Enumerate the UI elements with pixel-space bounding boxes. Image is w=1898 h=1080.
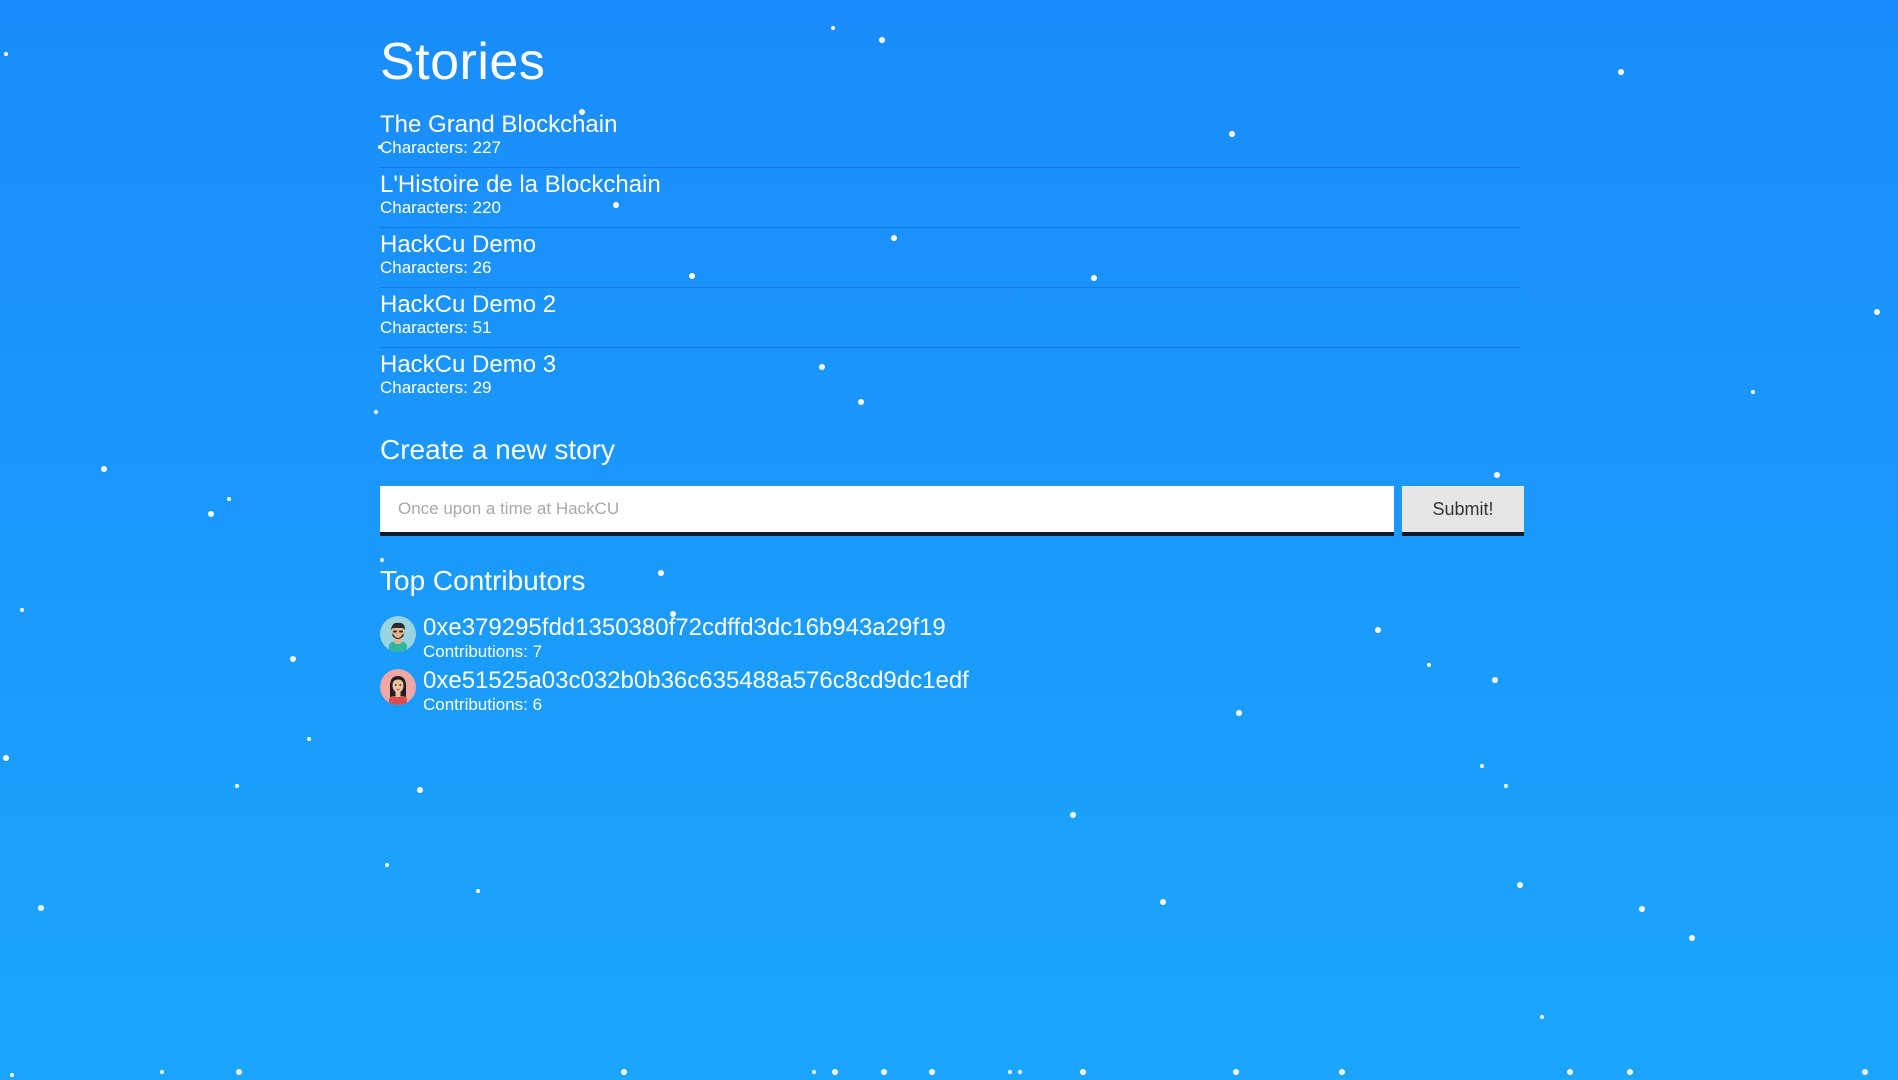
story-item[interactable]: HackCu Demo Characters: 26 (380, 228, 1520, 288)
contributor-address: 0xe51525a03c032b0b36c635488a576c8cd9dc1e… (423, 667, 969, 694)
snowflake (1751, 390, 1755, 394)
snowflake (1567, 1069, 1573, 1075)
snowflake (1689, 935, 1695, 941)
snowflake (1492, 677, 1498, 683)
snowflake (1018, 1070, 1022, 1074)
story-character-count: Characters: 227 (380, 138, 501, 157)
snowflake (208, 511, 214, 517)
snowflake (1427, 663, 1431, 667)
snowflake (879, 37, 885, 43)
snowflake (235, 784, 239, 788)
snowflake (1375, 627, 1381, 633)
snowflake (881, 1069, 887, 1075)
story-title[interactable]: HackCu Demo (380, 230, 536, 260)
snowflake (621, 1069, 627, 1075)
snowflake (1236, 710, 1242, 716)
snowflake (3, 755, 9, 761)
snowflake (10, 1073, 14, 1077)
snowflake (290, 656, 296, 662)
snowflake (160, 1070, 164, 1074)
man-avatar-icon (380, 616, 416, 652)
story-character-count: Characters: 220 (380, 198, 501, 217)
snowflake (812, 1070, 816, 1074)
story-character-count: Characters: 26 (380, 258, 492, 277)
contributor-count: Contributions: 6 (423, 695, 543, 714)
snowflake (1494, 472, 1500, 478)
story-item[interactable]: HackCu Demo 2 Characters: 51 (380, 288, 1520, 348)
snowflake (1540, 1015, 1544, 1019)
submit-button[interactable]: Submit! (1402, 486, 1524, 536)
snowflake (380, 558, 384, 562)
snowflake (1517, 882, 1523, 888)
snowflake (832, 1069, 838, 1075)
snowflake (20, 608, 24, 612)
snowflake (1627, 1069, 1633, 1075)
story-character-count: Characters: 29 (380, 378, 492, 397)
page-title: Stories (380, 33, 546, 91)
woman-avatar-icon (380, 669, 416, 705)
contributor-count: Contributions: 7 (423, 642, 543, 661)
snowflake (1008, 1070, 1012, 1074)
snowflake (385, 863, 389, 867)
snowflake (4, 52, 8, 56)
top-contributors-heading: Top Contributors (380, 565, 586, 596)
story-title[interactable]: The Grand Blockchain (380, 110, 617, 140)
snowflake (1618, 69, 1624, 75)
snowflake (38, 905, 44, 911)
new-story-input[interactable] (380, 486, 1394, 536)
snowflake (374, 410, 378, 414)
snowflake (307, 737, 311, 741)
story-title[interactable]: HackCu Demo 3 (380, 350, 556, 380)
story-character-count: Characters: 51 (380, 318, 492, 337)
story-list: The Grand Blockchain Characters: 227 L'H… (380, 108, 1520, 408)
contributor-address: 0xe379295fdd1350380f72cdffd3dc16b943a29f… (423, 614, 946, 641)
snowflake (1339, 1069, 1345, 1075)
story-title[interactable]: HackCu Demo 2 (380, 290, 556, 320)
snowflake (1639, 906, 1645, 912)
snowflake (227, 497, 231, 501)
snowflake (929, 1069, 935, 1075)
snowflake (1862, 1069, 1868, 1075)
snowflake (1160, 899, 1166, 905)
snowflake (1874, 309, 1880, 315)
create-story-heading: Create a new story (380, 434, 615, 465)
snowflake (1504, 784, 1508, 788)
snowflake (1080, 1069, 1086, 1075)
snowflake (658, 570, 664, 576)
story-item[interactable]: The Grand Blockchain Characters: 227 (380, 108, 1520, 168)
snowflake (417, 787, 423, 793)
snowflake (1480, 764, 1484, 768)
snowflake (236, 1069, 242, 1075)
story-title[interactable]: L'Histoire de la Blockchain (380, 170, 661, 200)
snowflake (1233, 1069, 1239, 1075)
snowflake (1070, 812, 1076, 818)
story-item[interactable]: L'Histoire de la Blockchain Characters: … (380, 168, 1520, 228)
story-item[interactable]: HackCu Demo 3 Characters: 29 (380, 348, 1520, 408)
snowflake (476, 889, 480, 893)
snowflake (101, 466, 107, 472)
snowflake (831, 26, 835, 30)
